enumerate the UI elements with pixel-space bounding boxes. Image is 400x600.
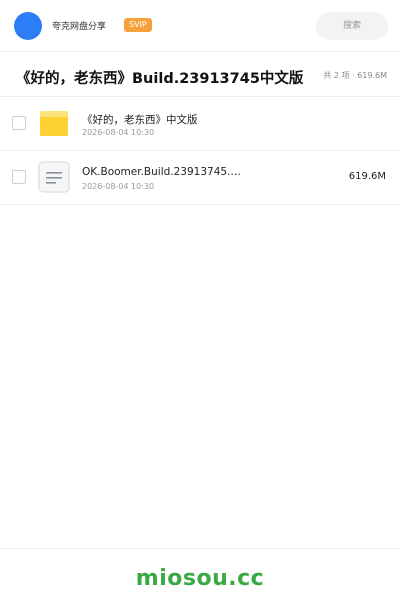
page-title: 《好的，老东西》Build.23913745中文版	[16, 71, 304, 87]
search-input[interactable]: 搜索	[316, 12, 388, 40]
share-title-bar: 《好的，老东西》Build.23913745中文版 共 2 项 · 619.6M	[0, 53, 400, 97]
folder-icon	[40, 111, 68, 136]
file-name[interactable]: 《好的，老东西》中文版	[82, 112, 198, 127]
share-summary: 共 2 项 · 619.6M	[323, 71, 387, 80]
select-checkbox[interactable]	[12, 116, 26, 130]
file-date: 2026-08-04 10:30	[82, 182, 155, 191]
file-icon	[38, 161, 70, 193]
file-row-folder[interactable]: 《好的，老东西》中文版 2026-08-04 10:30	[0, 97, 400, 151]
watermark: miosou.cc	[135, 566, 265, 591]
file-size: 619.6M	[348, 171, 386, 182]
footer: miosou.cc	[0, 548, 400, 600]
file-name[interactable]: OK.Boomer.Build.23913745.…	[82, 166, 241, 178]
file-date: 2026-08-04 10:30	[82, 128, 155, 137]
header: 夸克网盘分享 SVIP 搜索	[0, 0, 400, 52]
file-row-file[interactable]: OK.Boomer.Build.23913745.… 2026-08-04 10…	[0, 151, 400, 205]
select-checkbox[interactable]	[12, 170, 26, 184]
avatar[interactable]	[14, 12, 42, 40]
svip-badge: SVIP	[124, 18, 152, 32]
brand-name: 夸克网盘分享	[52, 22, 107, 32]
